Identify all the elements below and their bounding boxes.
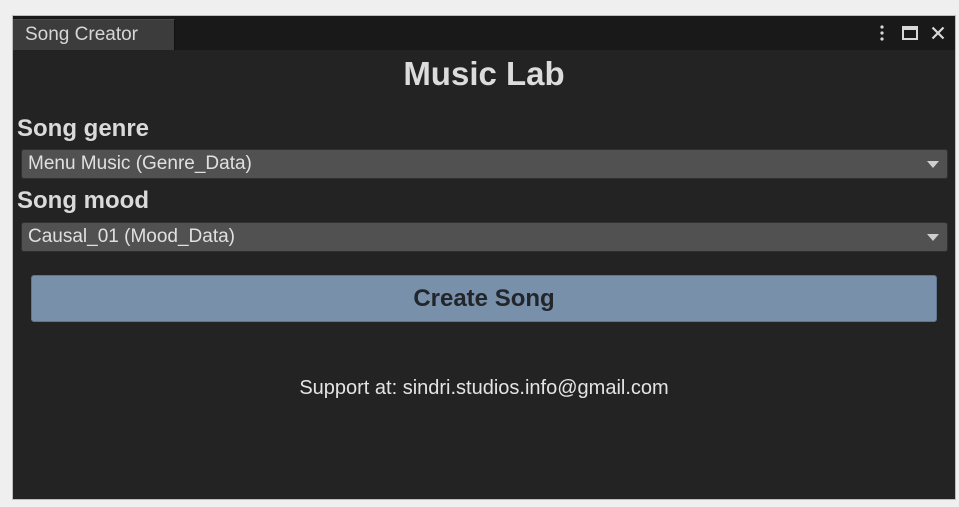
create-song-button[interactable]: Create Song [31, 275, 937, 322]
dropdown-arrow-icon [927, 161, 939, 168]
support-contact-text: Support at: sindri.studios.info@gmail.co… [299, 377, 669, 399]
song-genre-selected-value: Menu Music (Genre_Data) [28, 153, 252, 174]
song-mood-label: Song mood [17, 187, 149, 214]
song-genre-dropdown[interactable]: Menu Music (Genre_Data) [21, 149, 948, 179]
editor-window: Song Creator Music Lab Song genre Menu M… [12, 15, 956, 500]
window-content: Music Lab Song genre Menu Music (Genre_D… [13, 50, 955, 499]
window-controls [873, 22, 947, 44]
dropdown-arrow-icon [927, 234, 939, 241]
window-titlebar: Song Creator [13, 16, 955, 50]
page-title: Music Lab [403, 55, 565, 92]
kebab-vertical-icon[interactable] [873, 23, 891, 43]
close-icon[interactable] [929, 23, 947, 43]
song-mood-dropdown[interactable]: Causal_01 (Mood_Data) [21, 222, 948, 252]
tab-song-creator[interactable]: Song Creator [13, 19, 175, 50]
maximize-icon[interactable] [901, 23, 919, 43]
song-genre-label: Song genre [17, 115, 150, 142]
song-mood-selected-value: Causal_01 (Mood_Data) [28, 226, 236, 247]
